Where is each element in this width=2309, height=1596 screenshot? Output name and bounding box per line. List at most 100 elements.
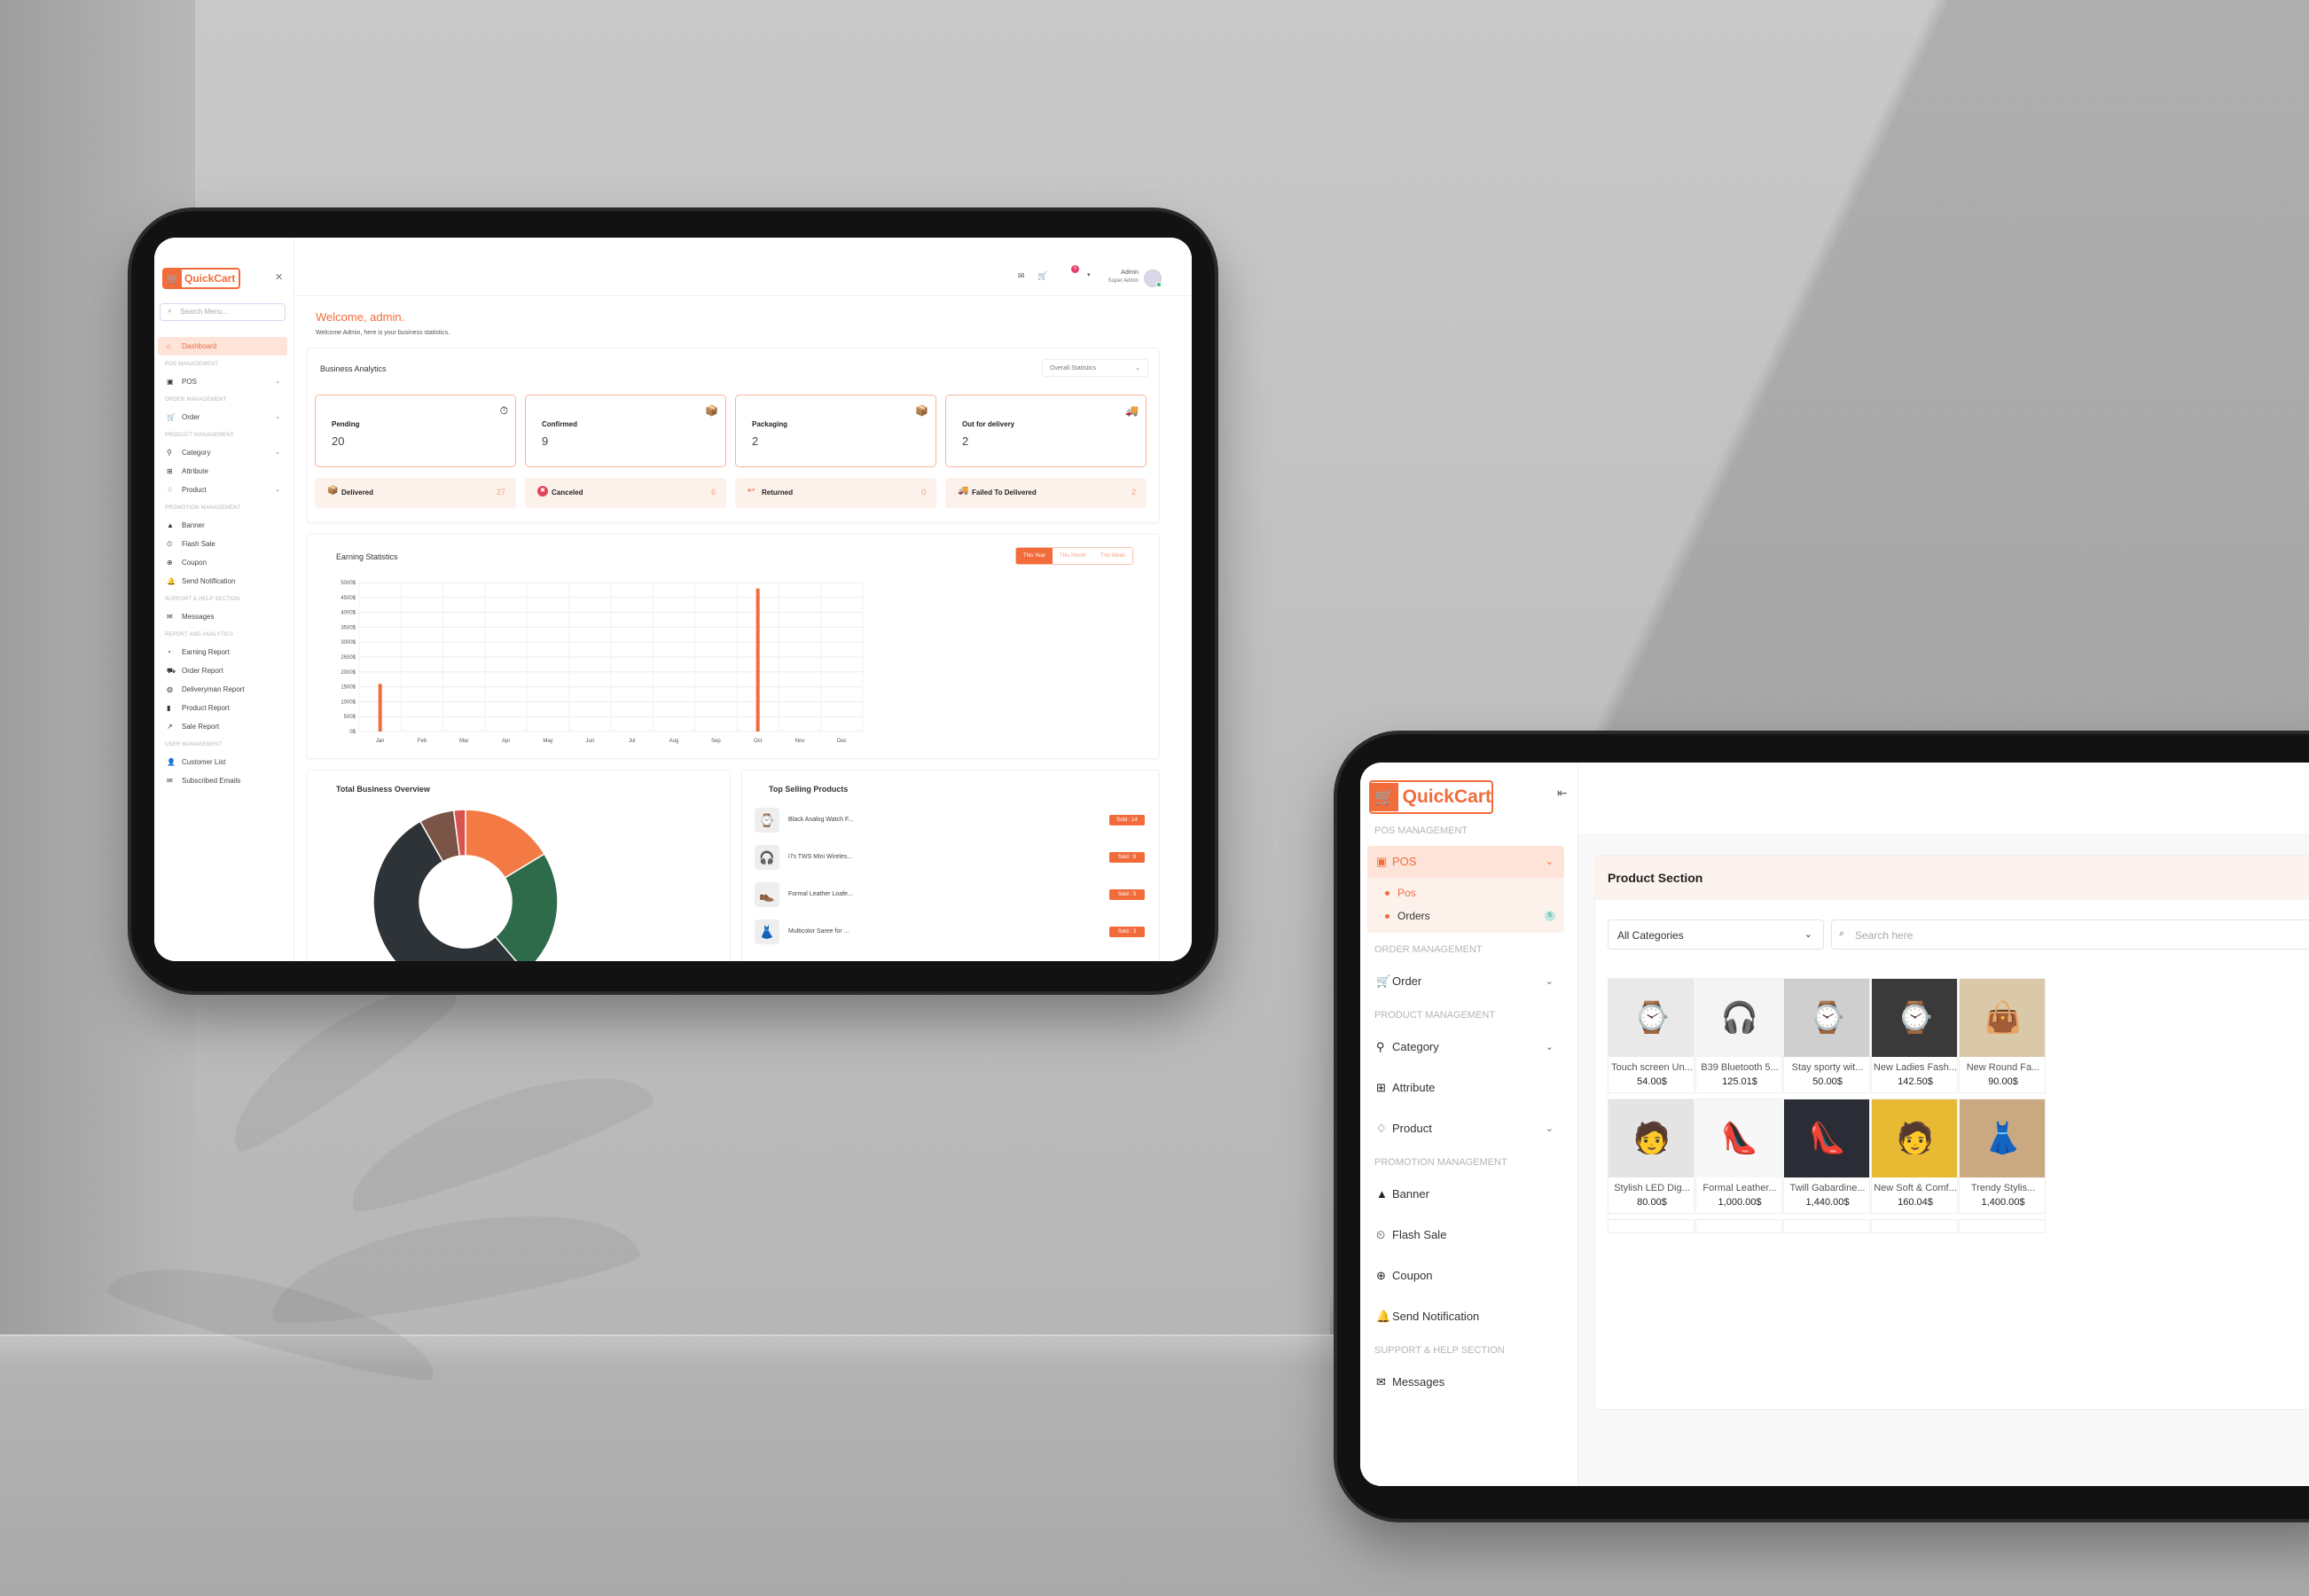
category-select[interactable]: All Categories ⌄ — [1608, 919, 1824, 950]
mail-icon: ✉ — [1376, 1375, 1386, 1389]
product-card[interactable]: 👠 Formal Leather... 1,000.00$ — [1695, 1099, 1782, 1214]
product-price: 1,400.00$ — [1981, 1197, 2025, 1208]
sidebar-item-label: Attribute — [182, 467, 208, 475]
sidebar-item-flash-sale[interactable]: ⏲ Flash Sale — [1367, 1215, 1564, 1256]
product-card[interactable]: ⌚ New Ladies Fash... 142.50$ — [1871, 978, 1958, 1093]
sidebar-item-banner[interactable]: ▲ Banner — [1367, 1174, 1564, 1215]
status-card-packaging[interactable]: 📦 Packaging 2 — [735, 395, 936, 467]
top-product-row[interactable]: 🎧 i7s TWS Mini Wireles... Sold : 8 — [751, 841, 1150, 873]
sidebar-item-customer-list[interactable]: 👤 Customer List — [158, 753, 287, 771]
product-price: 125.01$ — [1722, 1076, 1757, 1087]
sidebar-item-order[interactable]: 🛒 Order ⌄ — [1367, 961, 1564, 1002]
nav-section-promotion-management: PROMOTION MANAGEMENT — [165, 505, 241, 511]
status-mini-label: Returned — [762, 489, 794, 497]
search-placeholder: Search Menu... — [180, 308, 229, 316]
sidebar-item-messages[interactable]: ✉ Messages — [158, 607, 287, 626]
status-mini-delivered[interactable]: 📦 Delivered 27 — [315, 478, 516, 508]
avatar[interactable] — [1144, 270, 1162, 287]
pos-main: Product Section All Categories ⌄ ⌕ Searc… — [1578, 763, 2309, 1486]
top-product-row[interactable]: 👞 Formal Leather Loafe... Sold : 5 — [751, 879, 1150, 911]
sidebar-item-flash-sale[interactable]: ⏲ Flash Sale — [158, 535, 287, 553]
product-name: Multicolor Saree for ... — [788, 928, 849, 935]
submenu-item-orders[interactable]: Orders 5 — [1367, 904, 1564, 927]
sidebar-item-sale-report[interactable]: ↗ Sale Report — [158, 717, 287, 736]
bar-jan[interactable] — [378, 684, 382, 732]
collapse-sidebar-icon[interactable]: ✕ — [275, 271, 283, 283]
sidebar-item-attribute[interactable]: ⊞ Attribute — [158, 462, 287, 481]
product-card-placeholder — [1783, 1219, 1870, 1233]
status-card-pending[interactable]: ⏱ Pending 20 — [315, 395, 516, 467]
status-card-confirmed[interactable]: 📦 Confirmed 9 — [525, 395, 726, 467]
status-mini-value: 2 — [1131, 488, 1136, 497]
top-product-row[interactable]: ⌚ Black Analog Watch F... Sold : 14 — [751, 804, 1150, 836]
sidebar-item-order-report[interactable]: ⛟ Order Report — [158, 661, 287, 680]
sidebar-item-banner[interactable]: ▲ Banner — [158, 516, 287, 535]
sidebar-item-messages[interactable]: ✉ Messages — [1367, 1362, 1564, 1403]
status-mini-returned[interactable]: ↩ Returned 0 — [735, 478, 936, 508]
product-search-input[interactable]: ⌕ Search here — [1831, 919, 2309, 950]
sidebar-item-send-notification[interactable]: 🔔 Send Notification — [158, 572, 287, 591]
sidebar-item-coupon[interactable]: ⊕ Coupon — [1367, 1256, 1564, 1296]
sidebar-item-label: Send Notification — [1392, 1310, 1480, 1323]
dashboard-screen: 🛒 QuickCart ✕ ⌕ Search Menu... ⌂ Dashboar… — [154, 238, 1192, 961]
product-card[interactable]: 🧑 Stylish LED Dig... 80.00$ — [1608, 1099, 1695, 1214]
product-card[interactable]: ⌚ Touch screen Un... 54.00$ — [1608, 978, 1695, 1093]
business-analytics-card: Business Analytics Overall Statistics ⌄ … — [307, 348, 1160, 523]
sidebar-item-send-notification[interactable]: 🔔 Send Notification — [1367, 1296, 1564, 1337]
sidebar-item-category[interactable]: ⚲ Category ⌄ — [1367, 1027, 1564, 1068]
status-mini-canceled[interactable]: ✖ Canceled 6 — [525, 478, 726, 508]
product-image: 👠 — [1784, 1099, 1869, 1177]
nav-section-pos-management: POS MANAGEMENT — [165, 362, 219, 367]
sidebar-item-earning-report[interactable]: ◔ Earning Report — [158, 643, 287, 661]
x-tick-label: May — [543, 739, 552, 744]
image-icon: ▲ — [167, 521, 174, 529]
cart-icon[interactable]: 🛒 — [1037, 271, 1047, 281]
brand-logo[interactable]: 🛒 QuickCart — [1369, 780, 1493, 814]
top-selling-products-title: Top Selling Products — [769, 785, 849, 794]
product-card[interactable]: 👗 Trendy Stylis... 1,400.00$ — [1959, 1099, 2046, 1214]
status-mini-failed-to-delivered[interactable]: 🚚 Failed To Delivered 2 — [945, 478, 1147, 508]
product-price: 80.00$ — [1637, 1197, 1667, 1208]
tab-this-week[interactable]: This Week — [1092, 548, 1132, 564]
chevron-down-icon[interactable]: ▾ — [1087, 271, 1091, 278]
product-card[interactable]: 🎧 B39 Bluetooth 5... 125.01$ — [1695, 978, 1782, 1093]
product-name: i7s TWS Mini Wireles... — [788, 854, 853, 860]
sidebar-item-dashboard[interactable]: ⌂ Dashboard — [158, 337, 287, 356]
status-card-out-for-delivery[interactable]: 🚚 Out for delivery 2 — [945, 395, 1147, 467]
sidebar-item-product[interactable]: ♢ Product ⌄ — [158, 481, 287, 499]
sidebar-item-order[interactable]: 🛒 Order ⌄ — [158, 408, 287, 426]
sidebar-item-label: Flash Sale — [1392, 1228, 1447, 1241]
product-card[interactable]: 🧑 New Soft & Comf... 160.04$ — [1871, 1099, 1958, 1214]
sidebar-item-deliveryman-report[interactable]: ◍ Deliveryman Report — [158, 680, 287, 699]
sidebar-item-product-report[interactable]: ▮ Product Report — [158, 699, 287, 717]
top-product-row[interactable]: 👗 Multicolor Saree for ... Sold : 3 — [751, 916, 1150, 948]
product-card[interactable]: 👠 Twill Gabardine... 1,440.00$ — [1783, 1099, 1870, 1214]
sidebar-item-pos[interactable]: ▣ POS ⌄ — [158, 372, 287, 391]
submenu-item-pos[interactable]: Pos — [1367, 881, 1564, 904]
product-card[interactable]: 👜 New Round Fa... 90.00$ — [1959, 978, 2046, 1093]
sold-badge: Sold : 8 — [1109, 852, 1145, 863]
sidebar-item-coupon[interactable]: ⊕ Coupon — [158, 553, 287, 572]
brand-logo[interactable]: 🛒 QuickCart — [162, 268, 240, 289]
cart-logo-icon: 🛒 — [164, 270, 182, 287]
product-card[interactable]: ⌚ Stay sporty wit... 50.00$ — [1783, 978, 1870, 1093]
x-tick-label: Feb — [418, 739, 427, 744]
tab-this-year[interactable]: This Year — [1016, 548, 1053, 564]
sidebar-item-label: Coupon — [1392, 1269, 1433, 1282]
collapse-sidebar-icon[interactable]: ⇤ — [1557, 786, 1568, 801]
menu-search-input[interactable]: ⌕ Search Menu... — [160, 303, 286, 321]
tab-this-month[interactable]: This Month — [1053, 548, 1093, 564]
y-tick-label: 3500$ — [340, 625, 356, 630]
sidebar-item-label: Order Report — [182, 667, 223, 675]
sidebar-item-subscribed-emails[interactable]: ✉ Subscribed Emails — [158, 771, 287, 790]
sidebar-item-label: Customer List — [182, 758, 226, 766]
message-icon[interactable]: ✉ — [1018, 271, 1025, 281]
bar-oct[interactable] — [755, 588, 760, 732]
statistics-filter-select[interactable]: Overall Statistics ⌄ — [1042, 359, 1148, 377]
sidebar-item-attribute[interactable]: ⊞ Attribute — [1367, 1068, 1564, 1108]
sidebar-item-product[interactable]: ♢ Product ⌄ — [1367, 1108, 1564, 1149]
sidebar-item-pos[interactable]: ▣ POS ⌄ — [1367, 846, 1564, 878]
status-mini-value: 27 — [496, 488, 505, 497]
sidebar-item-category[interactable]: ⚲ Category ⌄ — [158, 443, 287, 462]
admin-name: Admin — [1121, 270, 1139, 276]
